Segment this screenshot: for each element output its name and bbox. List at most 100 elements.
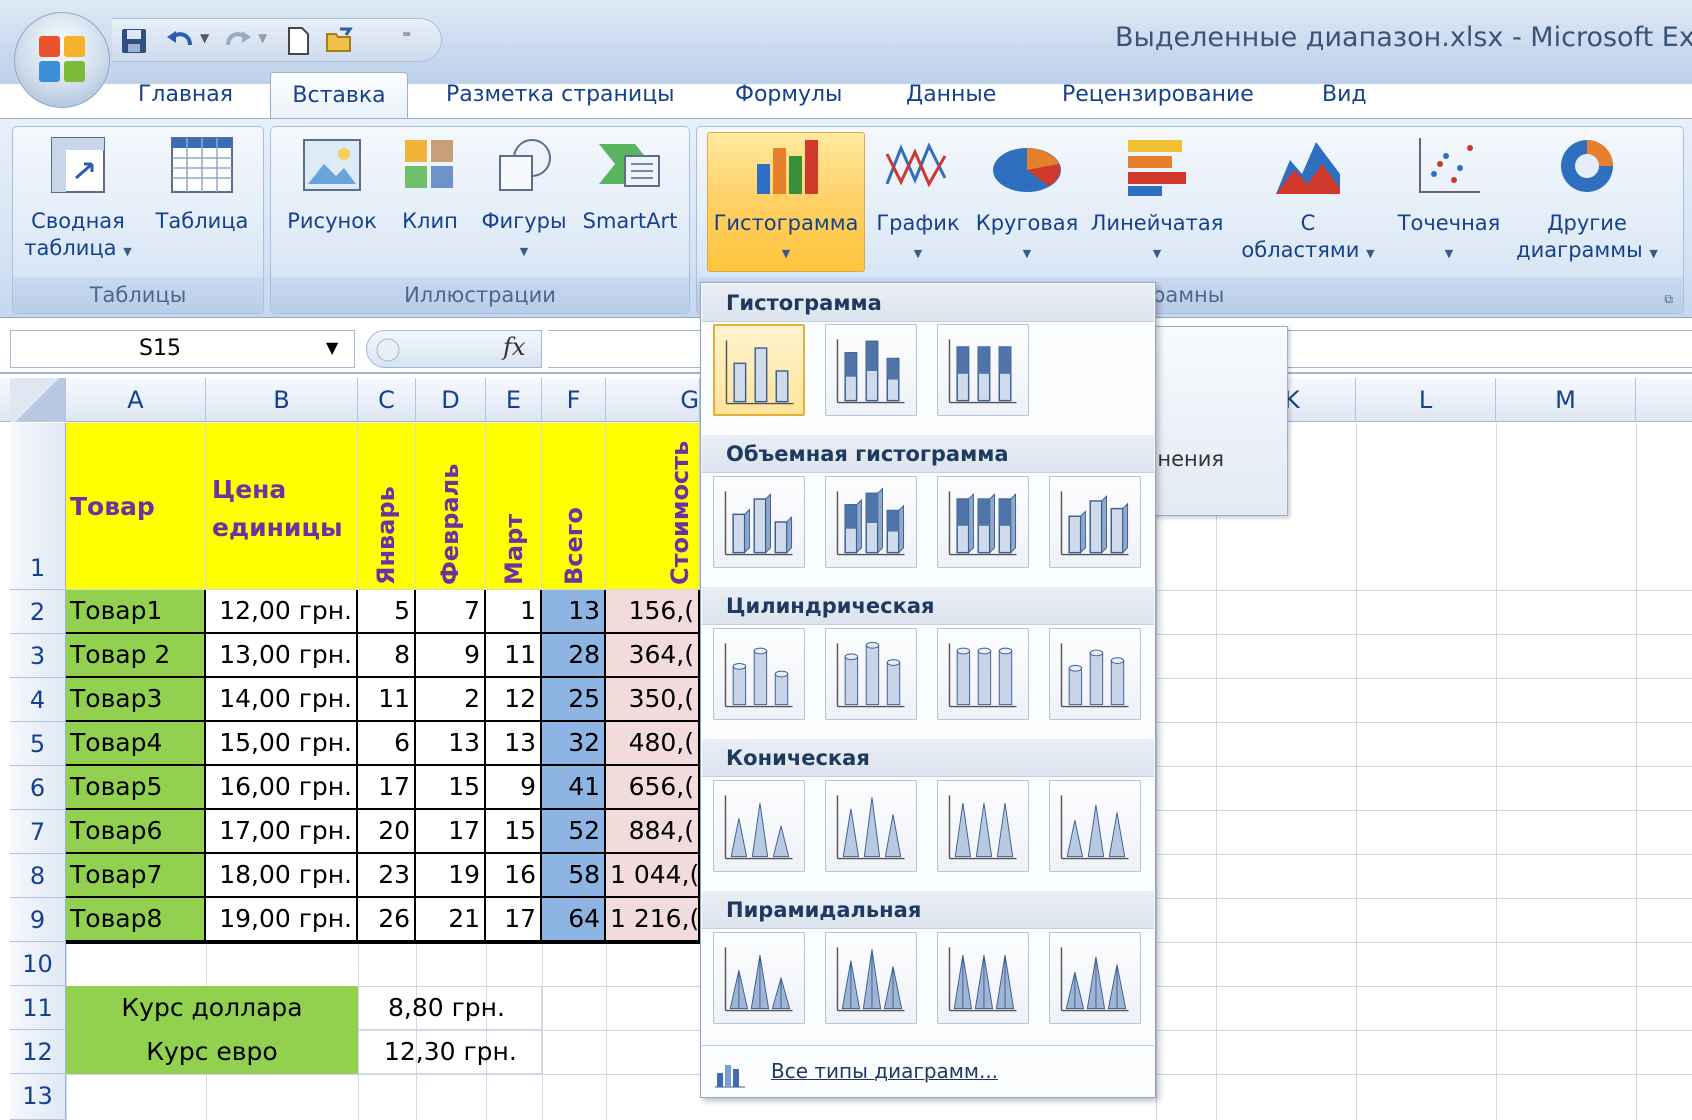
tab-formulas[interactable]: Формулы bbox=[735, 72, 842, 118]
table-cell[interactable]: 8 bbox=[358, 634, 416, 678]
open-icon[interactable] bbox=[324, 25, 356, 57]
row-header[interactable]: 7 bbox=[10, 810, 66, 854]
table-cell[interactable]: 20 bbox=[358, 810, 416, 854]
pyr-clustered-column-option[interactable] bbox=[713, 932, 805, 1024]
flat-clustered-column-option[interactable] bbox=[713, 324, 805, 416]
table-cell[interactable]: 11 bbox=[358, 678, 416, 722]
3d-stacked-column-option[interactable] bbox=[825, 476, 917, 568]
table-cell[interactable]: 13 bbox=[486, 722, 542, 766]
rate-value[interactable]: 8,80 грн. bbox=[358, 986, 542, 1030]
table-cell[interactable]: 16,00 грн. bbox=[206, 766, 358, 810]
cyl-stacked-column-option[interactable] bbox=[825, 628, 917, 720]
table-cell[interactable]: 52 bbox=[542, 810, 606, 854]
chevron-down-icon[interactable]: ▼ bbox=[258, 31, 267, 45]
3d-clustered-column-option[interactable] bbox=[713, 476, 805, 568]
table-cell[interactable]: 6 bbox=[358, 722, 416, 766]
select-all-button[interactable] bbox=[10, 378, 66, 422]
table-cell[interactable]: Товар7 bbox=[66, 854, 206, 898]
table-cell[interactable]: 15 bbox=[486, 810, 542, 854]
table-cell[interactable]: 1 044,( bbox=[606, 854, 700, 898]
table-cell[interactable]: 1 bbox=[486, 590, 542, 634]
table-cell[interactable]: 19,00 грн. bbox=[206, 898, 358, 942]
table-cell[interactable]: 5 bbox=[358, 590, 416, 634]
shapes-button[interactable]: Фигуры ▼ bbox=[478, 134, 570, 265]
customize-icon[interactable]: ⁼ bbox=[402, 27, 412, 48]
table-cell[interactable]: Товар4 bbox=[66, 722, 206, 766]
table-cell[interactable]: Товар 2 bbox=[66, 634, 206, 678]
name-box[interactable]: S15 bbox=[10, 330, 355, 368]
table-cell[interactable]: 21 bbox=[416, 898, 486, 942]
pie-chart-button[interactable]: Круговая ▼ bbox=[972, 134, 1082, 267]
table-cell[interactable]: 884,( bbox=[606, 810, 700, 854]
table-cell[interactable]: 17 bbox=[358, 766, 416, 810]
tab-data[interactable]: Данные bbox=[906, 72, 996, 118]
rate-label[interactable]: Курс евро bbox=[66, 1030, 358, 1074]
table-cell[interactable]: 350,( bbox=[606, 678, 700, 722]
row-header[interactable]: 3 bbox=[10, 634, 66, 678]
table-cell[interactable]: 480,( bbox=[606, 722, 700, 766]
row-header[interactable]: 11 bbox=[10, 986, 66, 1030]
table-cell[interactable]: 1 216,( bbox=[606, 898, 700, 942]
picture-button[interactable]: Рисунок bbox=[282, 134, 382, 235]
table-cell[interactable]: 14,00 грн. bbox=[206, 678, 358, 722]
table-cell[interactable]: 41 bbox=[542, 766, 606, 810]
chevron-down-icon[interactable]: ▼ bbox=[200, 31, 209, 45]
table-cell[interactable]: 656,( bbox=[606, 766, 700, 810]
row-header[interactable]: 10 bbox=[10, 942, 66, 986]
cancel-formula-icon[interactable] bbox=[375, 337, 401, 363]
header-feb-cell[interactable]: Февраль bbox=[416, 423, 486, 590]
cone-100-stacked-column-option[interactable] bbox=[937, 780, 1029, 872]
column-header[interactable]: B bbox=[206, 378, 358, 422]
column-header[interactable]: C bbox=[358, 378, 416, 422]
pyr-stacked-column-option[interactable] bbox=[825, 932, 917, 1024]
table-cell[interactable]: 28 bbox=[542, 634, 606, 678]
table-cell[interactable]: 2 bbox=[416, 678, 486, 722]
3d-3d-column-option[interactable] bbox=[1049, 476, 1141, 568]
scatter-chart-button[interactable]: Точечная ▼ bbox=[1390, 134, 1508, 267]
smartart-button[interactable]: SmartArt bbox=[580, 134, 680, 235]
redo-icon[interactable] bbox=[222, 25, 254, 57]
tab-home[interactable]: Главная bbox=[138, 72, 233, 118]
column-header[interactable]: L bbox=[1356, 378, 1496, 422]
table-cell[interactable]: Товар6 bbox=[66, 810, 206, 854]
column-header[interactable]: A bbox=[66, 378, 206, 422]
table-cell[interactable]: 15,00 грн. bbox=[206, 722, 358, 766]
table-cell[interactable]: 26 bbox=[358, 898, 416, 942]
table-cell[interactable]: 15 bbox=[416, 766, 486, 810]
flat-100-stacked-column-option[interactable] bbox=[937, 324, 1029, 416]
table-cell[interactable]: 13,00 грн. bbox=[206, 634, 358, 678]
tab-insert[interactable]: Вставка bbox=[270, 72, 408, 122]
table-cell[interactable]: 9 bbox=[416, 634, 486, 678]
header-product[interactable]: Товар bbox=[66, 423, 206, 590]
row-header[interactable]: 9 bbox=[10, 898, 66, 942]
pivot-table-button[interactable]: Сводная таблица ▼ bbox=[18, 134, 138, 265]
table-cell[interactable]: 58 bbox=[542, 854, 606, 898]
table-cell[interactable]: 12,00 грн. bbox=[206, 590, 358, 634]
tab-review[interactable]: Рецензирование bbox=[1062, 72, 1254, 118]
table-cell[interactable]: Товар5 bbox=[66, 766, 206, 810]
3d-100-stacked-column-option[interactable] bbox=[937, 476, 1029, 568]
row-header[interactable]: 6 bbox=[10, 766, 66, 810]
cyl-clustered-column-option[interactable] bbox=[713, 628, 805, 720]
table-cell[interactable]: 32 bbox=[542, 722, 606, 766]
table-cell[interactable]: 13 bbox=[416, 722, 486, 766]
table-cell[interactable]: 9 bbox=[486, 766, 542, 810]
area-chart-button[interactable]: Собластями ▼ bbox=[1238, 134, 1378, 267]
tab-page-layout[interactable]: Разметка страницы bbox=[446, 72, 675, 118]
table-cell[interactable]: 17 bbox=[416, 810, 486, 854]
table-cell[interactable]: 17,00 грн. bbox=[206, 810, 358, 854]
tab-view[interactable]: Вид bbox=[1322, 72, 1367, 118]
new-icon[interactable] bbox=[282, 25, 314, 57]
header-total-cell[interactable]: Всего bbox=[542, 423, 606, 590]
row-header[interactable]: 12 bbox=[10, 1030, 66, 1074]
flat-stacked-column-option[interactable] bbox=[825, 324, 917, 416]
cone-3d-column-option[interactable] bbox=[1049, 780, 1141, 872]
table-cell[interactable]: 19 bbox=[416, 854, 486, 898]
rate-value[interactable]: 12,30 грн. bbox=[358, 1030, 542, 1074]
table-cell[interactable]: 23 bbox=[358, 854, 416, 898]
cyl-3d-column-option[interactable] bbox=[1049, 628, 1141, 720]
all-chart-types-link[interactable]: Все типы диаграмм... bbox=[771, 1059, 998, 1083]
column-header[interactable]: F bbox=[542, 378, 606, 422]
table-cell[interactable]: 18,00 грн. bbox=[206, 854, 358, 898]
cyl-100-stacked-column-option[interactable] bbox=[937, 628, 1029, 720]
